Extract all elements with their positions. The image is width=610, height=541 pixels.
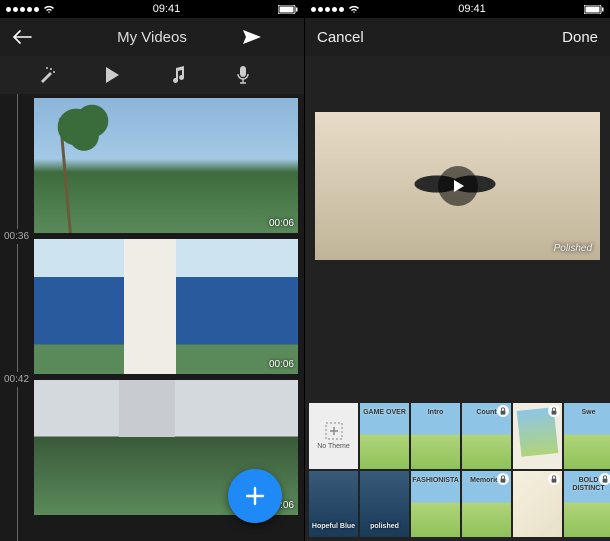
microphone-icon xyxy=(236,65,250,85)
theme-lock-badge xyxy=(548,473,560,485)
wifi-icon xyxy=(43,5,55,14)
theme-body: Polished No Theme GAME OVERIntroCount Swe H… xyxy=(305,56,610,541)
theme-label: polished xyxy=(360,523,409,531)
editor-pane: 09:41 My Videos 00:36 00:42 xyxy=(0,0,305,541)
lock-icon xyxy=(601,475,609,483)
play-icon xyxy=(450,178,466,194)
send-button[interactable] xyxy=(242,29,292,45)
theme-item[interactable]: polished xyxy=(360,471,409,537)
voice-button[interactable] xyxy=(236,65,266,85)
theme-item[interactable]: Hopeful Blue xyxy=(309,471,358,537)
send-icon xyxy=(242,29,262,45)
page-title: My Videos xyxy=(117,29,187,46)
plus-icon xyxy=(243,484,267,508)
toolbar xyxy=(0,56,304,94)
theme-label: No Theme xyxy=(317,443,350,450)
cancel-button[interactable]: Cancel xyxy=(317,29,367,46)
status-time: 09:41 xyxy=(153,3,181,15)
time-mark: 00:36 xyxy=(4,229,29,244)
back-button[interactable] xyxy=(12,30,62,44)
preview-theme-label: Polished xyxy=(554,243,592,254)
add-clip-button[interactable] xyxy=(228,469,282,523)
theme-lock-badge xyxy=(497,473,509,485)
lock-icon xyxy=(550,475,558,483)
nav-bar: Cancel Done xyxy=(305,18,610,56)
theme-label: GAME OVER xyxy=(360,409,409,417)
music-note-icon xyxy=(170,66,186,84)
themes-grid: No Theme GAME OVERIntroCount Swe Hopeful Bl… xyxy=(309,403,610,537)
signal-dots-icon xyxy=(6,7,39,12)
wifi-icon xyxy=(348,5,360,14)
theme-lock-badge xyxy=(599,473,610,485)
video-preview[interactable]: Polished xyxy=(315,112,600,260)
lock-icon xyxy=(499,407,507,415)
clip-duration: 00:06 xyxy=(269,218,294,229)
theme-item[interactable]: Swe xyxy=(564,403,610,469)
theme-label: Swe xyxy=(564,409,610,417)
add-theme-icon xyxy=(325,422,343,440)
theme-item[interactable]: No Theme xyxy=(309,403,358,469)
clip-item[interactable]: 00:06 xyxy=(34,98,298,233)
theme-item[interactable]: BOLD DISTINCT xyxy=(564,471,610,537)
theme-item[interactable]: Intro xyxy=(411,403,460,469)
magic-wand-icon xyxy=(38,66,56,84)
signal-dots-icon xyxy=(311,7,344,12)
time-mark: 00:42 xyxy=(4,372,29,387)
theme-label: Intro xyxy=(411,409,460,417)
effects-button[interactable] xyxy=(38,66,68,84)
theme-item[interactable]: FASHIONISTA xyxy=(411,471,460,537)
play-overlay-button[interactable] xyxy=(438,166,478,206)
play-button[interactable] xyxy=(104,66,134,84)
theme-item[interactable] xyxy=(513,403,562,469)
theme-lock-badge xyxy=(497,405,509,417)
play-icon xyxy=(104,66,120,84)
clip-duration: 00:06 xyxy=(269,359,294,370)
status-bar: 09:41 xyxy=(305,0,610,18)
lock-icon xyxy=(550,407,558,415)
back-arrow-icon xyxy=(12,30,32,44)
theme-item[interactable]: GAME OVER xyxy=(360,403,409,469)
theme-label: FASHIONISTA xyxy=(411,477,460,485)
theme-item[interactable]: Memories xyxy=(462,471,511,537)
battery-icon xyxy=(584,5,604,14)
status-bar: 09:41 xyxy=(0,0,304,18)
theme-item[interactable] xyxy=(513,471,562,537)
theme-label: Hopeful Blue xyxy=(309,523,358,531)
lock-icon xyxy=(499,475,507,483)
theme-item[interactable]: Count xyxy=(462,403,511,469)
theme-pane: 09:41 Cancel Done Polished No Theme GAME … xyxy=(305,0,610,541)
done-button[interactable]: Done xyxy=(548,29,598,46)
time-rail: 00:36 00:42 xyxy=(0,94,34,541)
clip-item[interactable]: 00:06 xyxy=(34,239,298,374)
nav-bar: My Videos xyxy=(0,18,304,56)
music-button[interactable] xyxy=(170,66,200,84)
theme-lock-badge xyxy=(548,405,560,417)
status-time: 09:41 xyxy=(458,3,486,15)
battery-icon xyxy=(278,5,298,14)
